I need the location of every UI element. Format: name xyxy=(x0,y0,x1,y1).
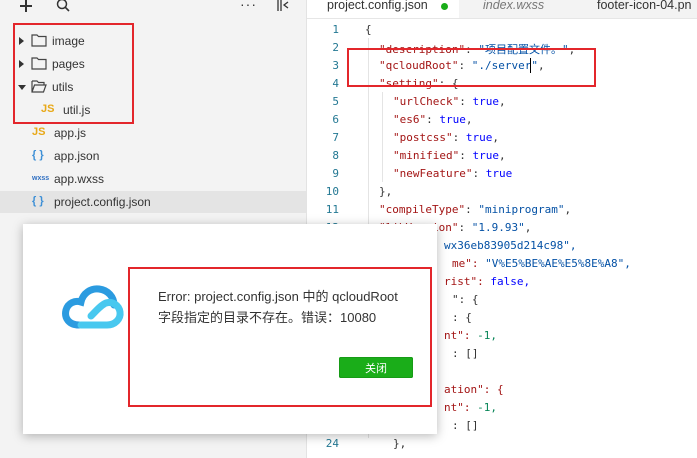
json-boolean: true xyxy=(485,167,513,180)
json-boolean: true xyxy=(472,95,499,108)
json-string: "V%E5%BE%AE%E5%8E%A8", xyxy=(485,257,631,270)
tree-item-label: app.json xyxy=(54,149,100,163)
json-boolean: true xyxy=(472,149,499,162)
code-line[interactable]: : [] xyxy=(452,347,479,360)
code-line[interactable]: rist": false, xyxy=(444,275,530,288)
line-number: 1 xyxy=(332,23,339,36)
highlight-box-qcloudroot-line xyxy=(347,48,596,87)
code-token: ation": { xyxy=(444,383,504,396)
code-line[interactable]: : { xyxy=(452,311,472,324)
line-number: 24 xyxy=(325,437,339,450)
code-line[interactable]: "newFeature": true xyxy=(393,167,512,180)
tree-file-app-wxss[interactable]: wxss app.wxss xyxy=(0,168,306,190)
json-string: "1.9.93" xyxy=(471,221,525,234)
line-number: 8 xyxy=(332,149,339,162)
line-number: 10 xyxy=(325,185,339,198)
more-options-icon[interactable]: ··· xyxy=(240,0,257,12)
tree-item-label: app.wxss xyxy=(54,172,105,186)
line-number: 2 xyxy=(332,41,339,54)
code-token: }, xyxy=(379,185,393,198)
editor-tab-bar: project.config.json index.wxss footer-ic… xyxy=(307,0,697,19)
tab-index-wxss[interactable]: index.wxss xyxy=(483,0,593,18)
json-key: "compileType" xyxy=(379,203,466,216)
code-line[interactable]: nt": -1, xyxy=(444,329,497,342)
highlight-box-utils-folder xyxy=(13,23,134,124)
highlight-box-error-dialog xyxy=(128,267,432,407)
json-key: "urlCheck" xyxy=(393,95,460,108)
code-token: ": { xyxy=(452,293,479,306)
code-line[interactable]: "urlCheck": true, xyxy=(393,95,506,108)
tab-label: index.wxss xyxy=(483,0,545,12)
json-key: "minified" xyxy=(393,149,460,162)
code-line[interactable]: { xyxy=(365,23,372,36)
json-boolean: true xyxy=(465,131,493,144)
json-string: "miniprogram" xyxy=(478,203,565,216)
tree-file-project-config-json[interactable]: { } project.config.json xyxy=(0,191,306,213)
json-string: wx36eb83905d214c98", xyxy=(444,239,577,252)
collapse-sidebar-icon[interactable] xyxy=(276,0,290,12)
tree-item-label: app.js xyxy=(54,126,87,140)
code-line[interactable]: ation": { xyxy=(444,383,504,396)
code-line[interactable]: nt": -1, xyxy=(444,401,497,414)
line-number: 9 xyxy=(332,167,339,180)
code-token: }, xyxy=(393,437,407,450)
json-file-icon: { } xyxy=(32,195,44,207)
tree-file-app-json[interactable]: { } app.json xyxy=(0,145,306,167)
json-boolean: true xyxy=(439,113,466,126)
tree-file-app-js[interactable]: JS app.js xyxy=(0,122,306,144)
tab-label: footer-icon-04.pn xyxy=(597,0,692,12)
explorer-toolbar: ··· xyxy=(0,0,306,14)
code-line[interactable]: "es6": true, xyxy=(393,113,473,126)
add-file-icon[interactable] xyxy=(20,0,32,12)
code-token: : [] xyxy=(452,347,479,360)
tab-project-config-json[interactable]: project.config.json xyxy=(307,0,459,18)
line-number: 11 xyxy=(325,203,339,216)
search-icon[interactable] xyxy=(56,0,70,12)
line-number: 4 xyxy=(332,77,339,90)
code-line[interactable]: }, xyxy=(393,437,406,450)
code-line[interactable]: : [] xyxy=(452,419,479,432)
indent-guide xyxy=(382,92,383,182)
code-line[interactable]: ": { xyxy=(452,293,479,306)
line-number: 6 xyxy=(332,113,339,126)
json-boolean: false, xyxy=(490,275,531,288)
code-line[interactable]: "postcss": true, xyxy=(393,131,499,144)
code-line[interactable]: me": "V%E5%BE%AE%E5%8E%A8", xyxy=(452,257,631,270)
tab-label: project.config.json xyxy=(327,0,428,12)
json-file-icon: { } xyxy=(32,149,44,161)
tab-footer-icon[interactable]: footer-icon-04.pn xyxy=(597,0,697,18)
unsaved-dot-icon[interactable] xyxy=(441,3,448,10)
line-number: 7 xyxy=(332,131,339,144)
json-key: "postcss" xyxy=(393,131,453,144)
code-token: { xyxy=(365,23,372,36)
line-number: 3 xyxy=(332,59,339,72)
json-key: "newFeature" xyxy=(393,167,473,180)
wxss-file-icon: wxss xyxy=(32,175,50,182)
code-token: : [] xyxy=(452,419,479,432)
javascript-file-icon: JS xyxy=(32,126,46,138)
code-token: : { xyxy=(452,311,472,324)
json-key: "es6" xyxy=(393,113,427,126)
code-line[interactable]: "minified": true, xyxy=(393,149,506,162)
line-number: 5 xyxy=(332,95,339,108)
code-line[interactable]: "compileType": "miniprogram", xyxy=(379,203,571,216)
code-line[interactable]: }, xyxy=(379,185,392,198)
tencent-cloud-logo-icon xyxy=(62,285,124,329)
code-line[interactable]: wx36eb83905d214c98", xyxy=(444,239,576,252)
json-number: -1, xyxy=(477,401,497,414)
tree-item-label: project.config.json xyxy=(54,195,151,209)
json-number: -1, xyxy=(477,329,497,342)
